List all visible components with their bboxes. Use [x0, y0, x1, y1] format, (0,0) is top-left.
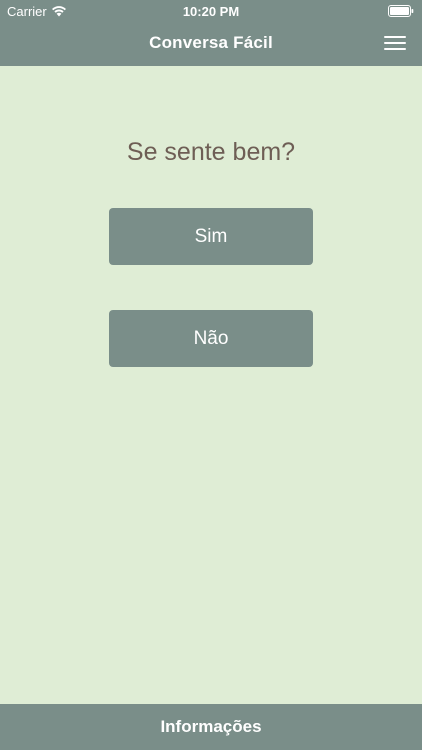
yes-button-label: Sim — [194, 226, 228, 247]
navigation-bar: Carrier 10:20 PM Conversa Fácil — [0, 0, 422, 66]
menu-button[interactable] — [382, 32, 408, 54]
hamburger-menu-icon — [382, 32, 408, 54]
no-button-label: Não — [193, 328, 229, 349]
info-button[interactable]: Informações — [0, 704, 422, 750]
question-text: Se sente bem? — [126, 138, 296, 166]
battery-icon — [388, 5, 414, 17]
no-button[interactable]: Não — [109, 310, 313, 367]
status-bar: Carrier 10:20 PM — [0, 0, 422, 22]
status-time: 10:20 PM — [182, 4, 240, 19]
page-title: Conversa Fácil — [149, 33, 273, 52]
yes-button[interactable]: Sim — [109, 208, 313, 265]
info-button-label: Informações — [160, 717, 262, 736]
